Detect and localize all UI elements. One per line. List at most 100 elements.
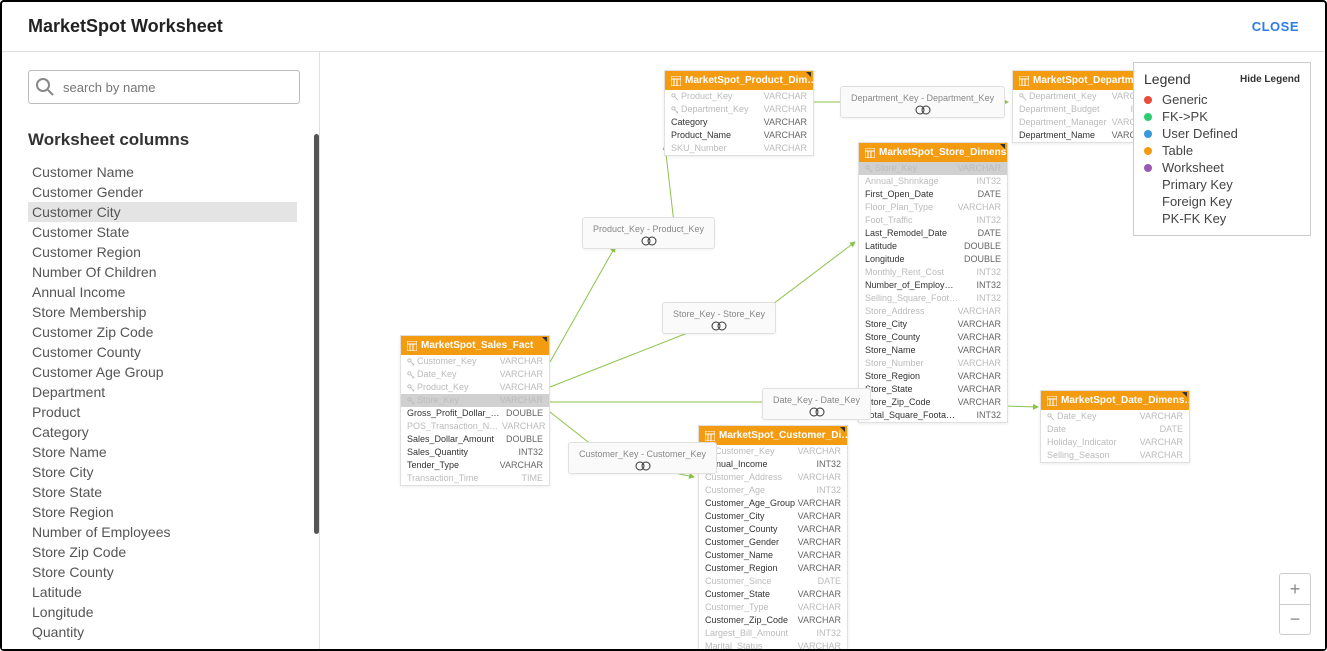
field-row[interactable]: Date_KeyVARCHAR (1041, 410, 1189, 423)
column-item[interactable]: Customer City (28, 202, 297, 222)
field-row[interactable]: Total_Square_Foota…INT32 (859, 409, 1007, 422)
field-row[interactable]: First_Open_DateDATE (859, 188, 1007, 201)
field-row[interactable]: Holiday_IndicatorVARCHAR (1041, 436, 1189, 449)
field-row[interactable]: Sales_Dollar_AmountDOUBLE (401, 433, 549, 446)
column-item[interactable]: Number Of Children (28, 262, 297, 282)
field-row[interactable]: DateDATE (1041, 423, 1189, 436)
column-item[interactable]: Department (28, 382, 297, 402)
zoom-in-button[interactable]: + (1280, 574, 1310, 604)
field-row[interactable]: Customer_KeyVARCHAR (699, 445, 847, 458)
table-header[interactable]: MarketSpot_Date_Dimens… (1041, 391, 1189, 410)
field-row[interactable]: Gross_Profit_Dollar_A…DOUBLE (401, 407, 549, 420)
field-row[interactable]: Number_of_Employ…INT32 (859, 279, 1007, 292)
collapse-icon[interactable] (806, 72, 811, 77)
field-row[interactable]: Product_NameVARCHAR (665, 129, 813, 142)
column-item[interactable]: Store Membership (28, 302, 297, 322)
table-header[interactable]: MarketSpot_Customer_Di… (699, 426, 847, 445)
collapse-icon[interactable] (840, 427, 845, 432)
canvas[interactable]: MarketSpot_Product_Dim…Product_KeyVARCHA… (320, 52, 1325, 649)
collapse-icon[interactable] (1000, 144, 1005, 149)
table-store[interactable]: MarketSpot_Store_Dimens…Store_KeyVARCHAR… (858, 142, 1008, 423)
field-row[interactable]: Selling_SeasonVARCHAR (1041, 449, 1189, 462)
field-row[interactable]: Customer_StateVARCHAR (699, 588, 847, 601)
field-row[interactable]: POS_Transaction_NumbeVARCHAR (401, 420, 549, 433)
field-row[interactable]: Foot_TrafficINT32 (859, 214, 1007, 227)
scrollbar[interactable] (314, 134, 319, 534)
field-row[interactable]: Selling_Square_Foota…INT32 (859, 292, 1007, 305)
field-row[interactable]: Department_KeyVARCHAR (665, 103, 813, 116)
field-row[interactable]: Annual_IncomeINT32 (699, 458, 847, 471)
table-header[interactable]: MarketSpot_Sales_Fact (401, 336, 549, 355)
column-item[interactable]: Customer County (28, 342, 297, 362)
field-row[interactable]: Customer_CityVARCHAR (699, 510, 847, 523)
collapse-icon[interactable] (542, 337, 547, 342)
field-row[interactable]: Annual_ShrinkageINT32 (859, 175, 1007, 188)
column-item[interactable]: Customer Name (28, 162, 297, 182)
column-item[interactable]: Product (28, 402, 297, 422)
field-row[interactable]: Store_RegionVARCHAR (859, 370, 1007, 383)
field-row[interactable]: Customer_RegionVARCHAR (699, 562, 847, 575)
collapse-icon[interactable] (1182, 392, 1187, 397)
column-item[interactable]: Store State (28, 482, 297, 502)
search-input[interactable] (28, 70, 300, 104)
field-row[interactable]: Store_CityVARCHAR (859, 318, 1007, 331)
column-item[interactable]: Store Zip Code (28, 542, 297, 562)
field-row[interactable]: Customer_KeyVARCHAR (401, 355, 549, 368)
close-button[interactable]: CLOSE (1252, 19, 1299, 34)
field-row[interactable]: Store_NumberVARCHAR (859, 357, 1007, 370)
column-item[interactable]: Number of Employees (28, 522, 297, 542)
field-row[interactable]: Customer_TypeVARCHAR (699, 601, 847, 614)
column-item[interactable]: Annual Income (28, 282, 297, 302)
field-row[interactable]: Sales_QuantityINT32 (401, 446, 549, 459)
column-item[interactable]: Store Region (28, 502, 297, 522)
column-item[interactable]: Store City (28, 462, 297, 482)
field-row[interactable]: Customer_AddressVARCHAR (699, 471, 847, 484)
column-item[interactable]: Latitude (28, 582, 297, 602)
field-row[interactable]: Customer_NameVARCHAR (699, 549, 847, 562)
table-header[interactable]: MarketSpot_Product_Dim… (665, 71, 813, 90)
field-row[interactable]: Floor_Plan_TypeVARCHAR (859, 201, 1007, 214)
join-product-key[interactable]: Product_Key - Product_Key (582, 217, 715, 249)
table-date[interactable]: MarketSpot_Date_Dimens…Date_KeyVARCHARDa… (1040, 390, 1190, 463)
join-date-key[interactable]: Date_Key - Date_Key (762, 388, 871, 420)
field-row[interactable]: Store_KeyVARCHAR (859, 162, 1007, 175)
column-item[interactable]: Quantity (28, 622, 297, 642)
table-sales[interactable]: MarketSpot_Sales_FactCustomer_KeyVARCHAR… (400, 335, 550, 486)
column-item[interactable]: Store County (28, 562, 297, 582)
field-row[interactable]: Customer_CountyVARCHAR (699, 523, 847, 536)
field-row[interactable]: Marital_StatusVARCHAR (699, 640, 847, 649)
table-header[interactable]: MarketSpot_Store_Dimens… (859, 143, 1007, 162)
column-item[interactable]: Customer State (28, 222, 297, 242)
field-row[interactable]: Tender_TypeVARCHAR (401, 459, 549, 472)
field-row[interactable]: Customer_AgeINT32 (699, 484, 847, 497)
table-product[interactable]: MarketSpot_Product_Dim…Product_KeyVARCHA… (664, 70, 814, 156)
table-customer[interactable]: MarketSpot_Customer_Di…Customer_KeyVARCH… (698, 425, 848, 649)
field-row[interactable]: Product_KeyVARCHAR (665, 90, 813, 103)
field-row[interactable]: Store_KeyVARCHAR (401, 394, 549, 407)
field-row[interactable]: Store_CountyVARCHAR (859, 331, 1007, 344)
join-department-key[interactable]: Department_Key - Department_Key (840, 86, 1005, 118)
column-item[interactable]: Customer Gender (28, 182, 297, 202)
field-row[interactable]: LongitudeDOUBLE (859, 253, 1007, 266)
field-row[interactable]: Customer_GenderVARCHAR (699, 536, 847, 549)
field-row[interactable]: Last_Remodel_DateDATE (859, 227, 1007, 240)
field-row[interactable]: Product_KeyVARCHAR (401, 381, 549, 394)
field-row[interactable]: Store_NameVARCHAR (859, 344, 1007, 357)
column-item[interactable]: Store Name (28, 442, 297, 462)
field-row[interactable]: Customer_Age_GroupVARCHAR (699, 497, 847, 510)
field-row[interactable]: Customer_Zip_CodeVARCHAR (699, 614, 847, 627)
field-row[interactable]: Monthly_Rent_CostINT32 (859, 266, 1007, 279)
field-row[interactable]: Store_StateVARCHAR (859, 383, 1007, 396)
field-row[interactable]: Date_KeyVARCHAR (401, 368, 549, 381)
field-row[interactable]: CategoryVARCHAR (665, 116, 813, 129)
field-row[interactable]: SKU_NumberVARCHAR (665, 142, 813, 155)
column-item[interactable]: Customer Region (28, 242, 297, 262)
column-item[interactable]: Customer Age Group (28, 362, 297, 382)
field-row[interactable]: Transaction_TimeTIME (401, 472, 549, 485)
column-item[interactable]: Category (28, 422, 297, 442)
join-customer-key[interactable]: Customer_Key - Customer_Key (568, 442, 717, 474)
zoom-out-button[interactable]: − (1280, 604, 1310, 634)
join-store-key[interactable]: Store_Key - Store_Key (662, 302, 776, 334)
column-item[interactable]: Customer Zip Code (28, 322, 297, 342)
hide-legend-button[interactable]: Hide Legend (1240, 74, 1300, 85)
